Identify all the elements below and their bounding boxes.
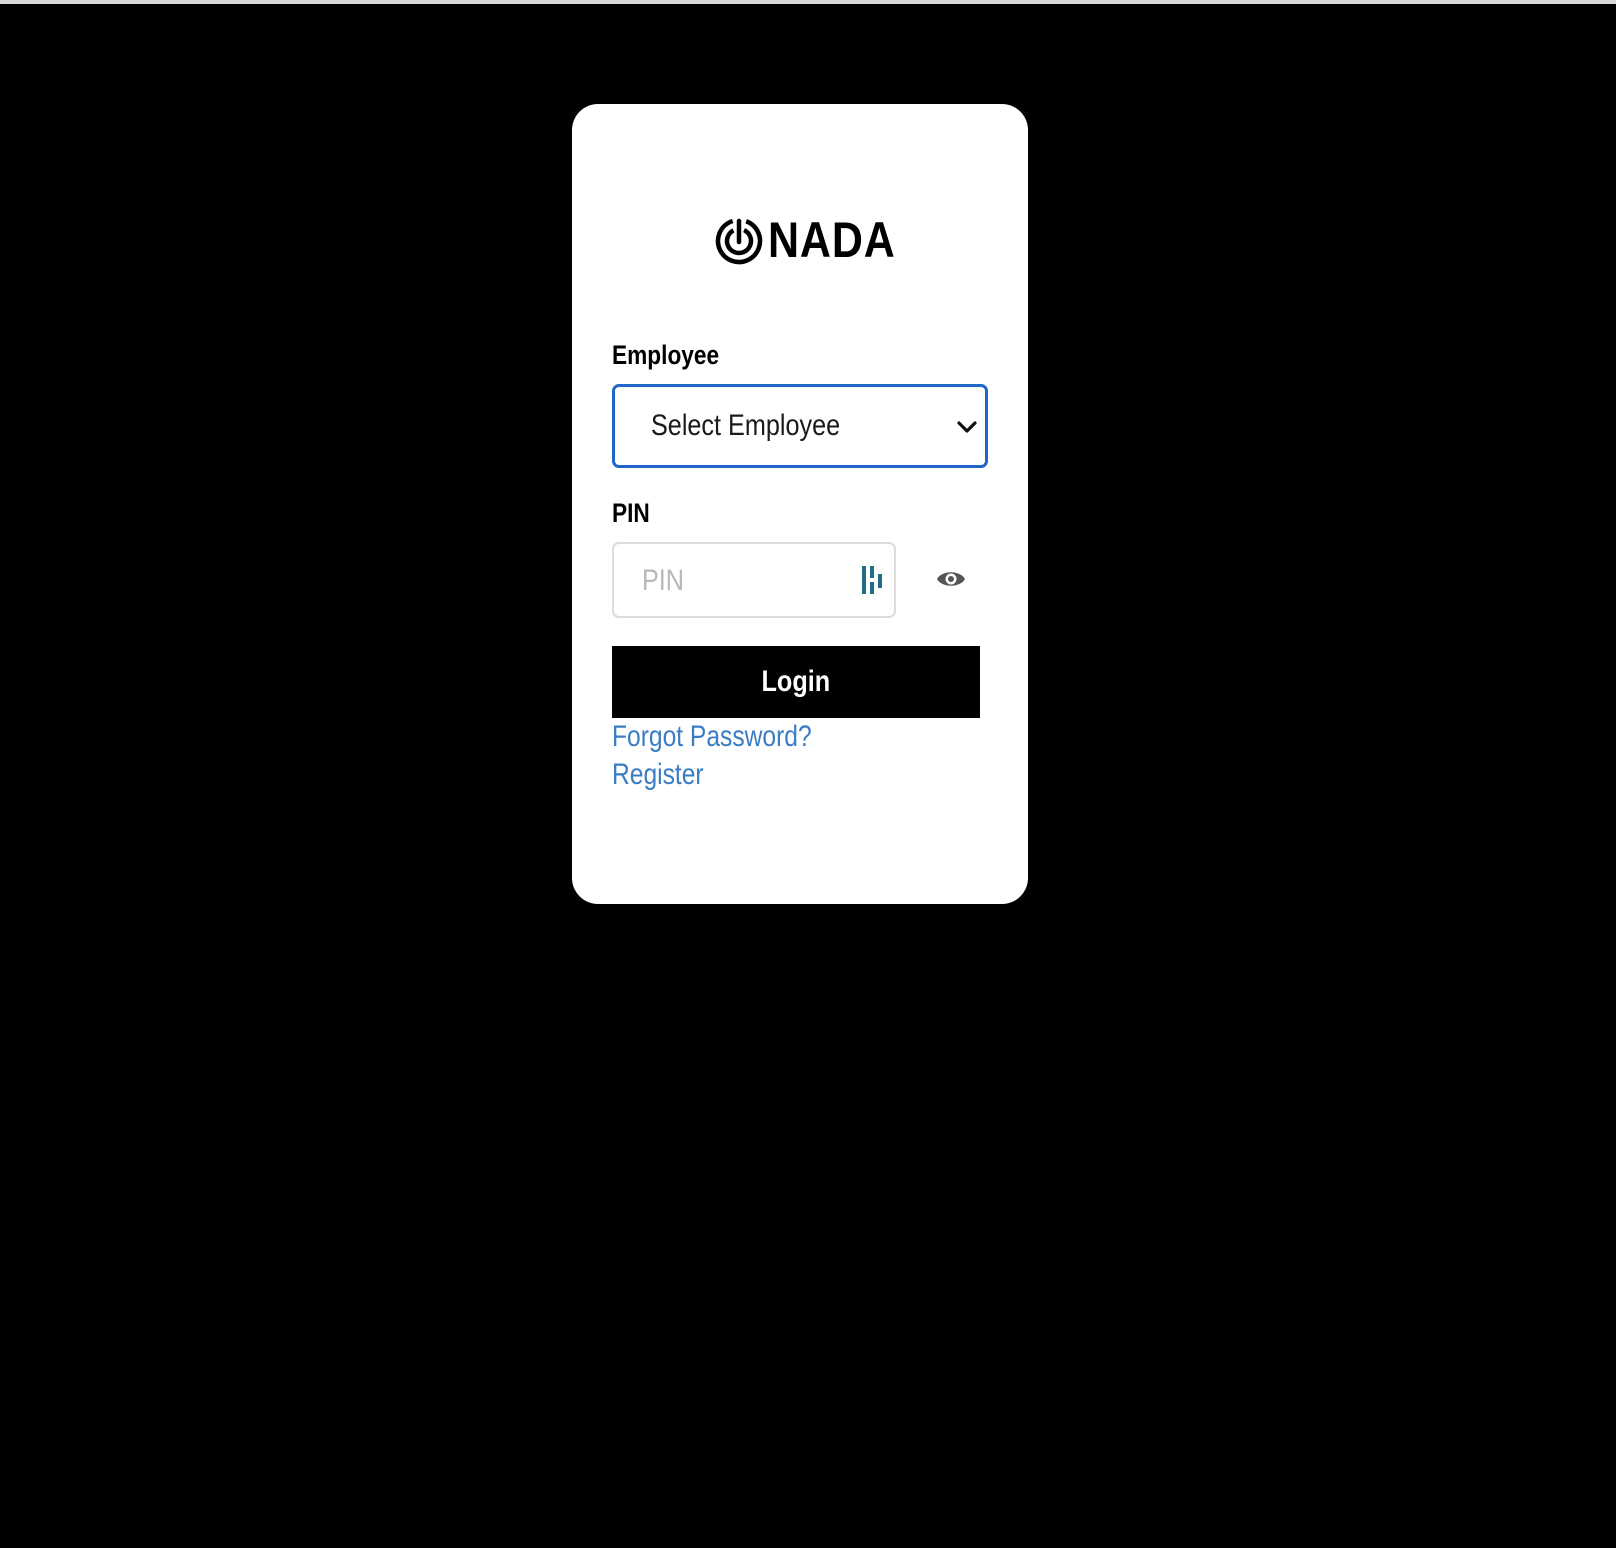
pin-field[interactable]: PIN bbox=[612, 542, 896, 618]
employee-select-value: Select Employee bbox=[651, 409, 841, 442]
login-button-label: Login bbox=[761, 665, 831, 698]
top-border bbox=[0, 0, 1616, 4]
pin-label: PIN bbox=[612, 498, 650, 528]
target-power-icon bbox=[715, 217, 763, 265]
pin-placeholder: PIN bbox=[642, 564, 685, 597]
chevron-down-icon bbox=[957, 421, 977, 433]
register-link[interactable]: Register bbox=[612, 758, 704, 792]
employee-label: Employee bbox=[612, 340, 720, 370]
brand-logo: NADA bbox=[714, 212, 916, 268]
password-manager-icon[interactable] bbox=[860, 564, 886, 596]
eye-icon[interactable] bbox=[936, 568, 966, 590]
forgot-password-link[interactable]: Forgot Password? bbox=[612, 720, 812, 754]
login-button[interactable]: Login bbox=[612, 646, 980, 718]
brand-name: NADA bbox=[768, 212, 896, 268]
employee-select[interactable]: Select Employee bbox=[612, 384, 988, 468]
login-card: NADA Employee Select Employee PIN PIN Lo… bbox=[572, 104, 1028, 904]
